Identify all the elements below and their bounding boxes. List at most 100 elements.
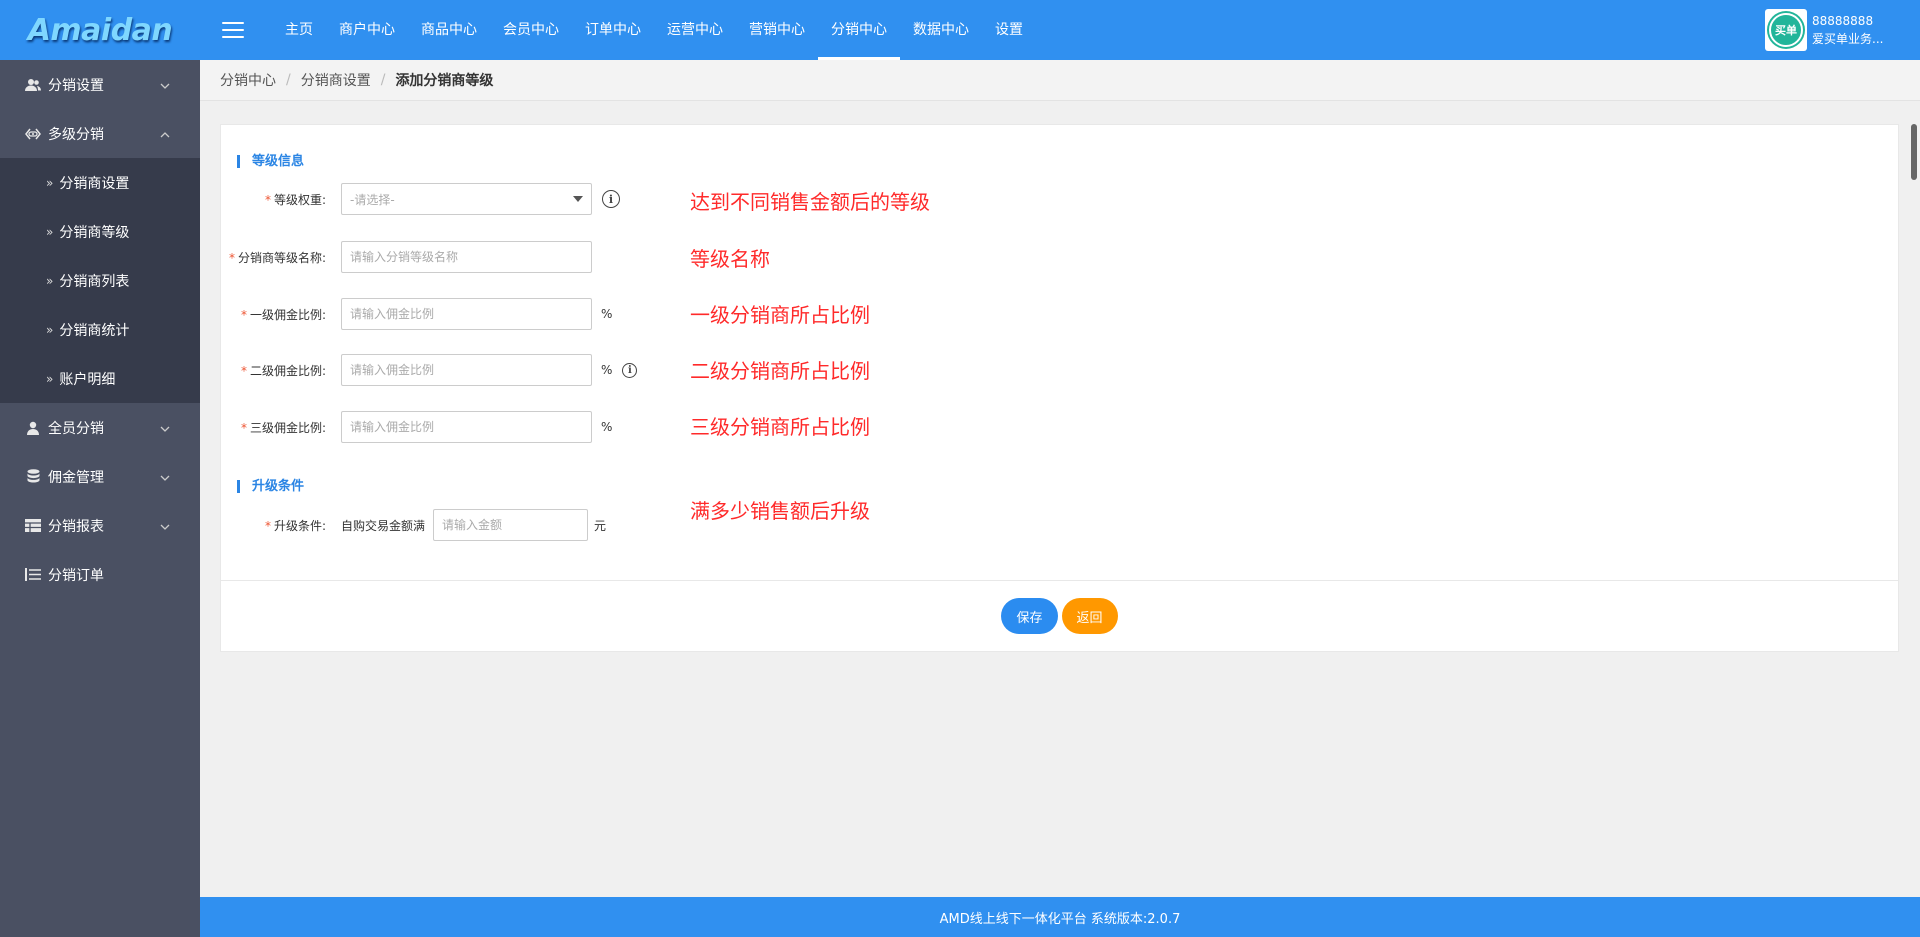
list-icon: [24, 568, 42, 581]
breadcrumb-current: 添加分销商等级: [395, 73, 494, 89]
info-icon[interactable]: i: [622, 362, 638, 378]
users-icon: [24, 78, 42, 92]
percent-unit: %: [601, 363, 613, 377]
breadcrumb-separator: /: [380, 72, 386, 88]
sidebar-subitem-distributor-settings[interactable]: » 分销商设置: [0, 158, 200, 207]
row-commission-3: *三级佣金比例: %: [221, 411, 612, 443]
percent-unit: %: [601, 420, 613, 434]
nav-item-order[interactable]: 订单中心: [572, 0, 654, 60]
commission-1-input[interactable]: [341, 298, 592, 330]
row-level-weight: * 等级权重: -请选择- i: [221, 183, 620, 215]
row-upgrade: *升级条件: 自购交易金额满 元: [221, 509, 606, 541]
commission-2-input[interactable]: [341, 354, 592, 386]
database-icon: [24, 469, 42, 484]
nav-item-member[interactable]: 会员中心: [490, 0, 572, 60]
field-label: * 分销商等级名称:: [228, 250, 326, 265]
field-label: * 等级权重:: [264, 192, 326, 207]
breadcrumb-item[interactable]: 分销商设置: [301, 70, 371, 90]
annotation-commission-3: 三级分销商所占比例: [690, 415, 870, 439]
menu-toggle-icon[interactable]: [222, 22, 244, 38]
sidebar-subitem-label: 分销商统计: [59, 322, 130, 339]
nav-item-distribution[interactable]: 分销中心: [818, 0, 900, 60]
nav-item-operation[interactable]: 运营中心: [654, 0, 736, 60]
chevron-down-icon: [160, 470, 170, 484]
caret-down-icon: [573, 196, 583, 202]
chevron-down-icon: [160, 519, 170, 533]
double-chevron-right-icon: »: [46, 175, 54, 190]
double-chevron-right-icon: »: [46, 322, 54, 337]
avatar[interactable]: 买单: [1765, 9, 1807, 51]
chevron-up-icon: [160, 127, 170, 141]
double-chevron-right-icon: »: [46, 224, 54, 239]
button-bar: 保存 返回: [220, 581, 1899, 652]
chevron-down-icon: [160, 421, 170, 435]
avatar-logo: 买单: [1769, 13, 1803, 47]
user-menu[interactable]: 买单 88888888 爱买单业务...: [1765, 9, 1892, 51]
sidebar-item-all-staff[interactable]: 全员分销: [0, 403, 200, 452]
sidebar-subitem-distributor-stats[interactable]: » 分销商统计: [0, 305, 200, 354]
user-name: 爱买单业务...: [1812, 32, 1884, 46]
user-id: 88888888: [1812, 14, 1874, 28]
annotation-commission-2: 二级分销商所占比例: [690, 359, 870, 383]
double-chevron-right-icon: »: [46, 371, 54, 386]
level-name-input[interactable]: [341, 241, 592, 273]
nav-item-data[interactable]: 数据中心: [900, 0, 982, 60]
save-button[interactable]: 保存: [1001, 598, 1058, 634]
yuan-unit: 元: [594, 518, 607, 533]
back-button[interactable]: 返回: [1061, 598, 1118, 634]
user-icon: [24, 421, 42, 435]
user-info[interactable]: 88888888 爱买单业务...: [1812, 12, 1892, 48]
sidebar-subitem-distributor-list[interactable]: » 分销商列表: [0, 256, 200, 305]
annotation-level-weight: 达到不同销售金额后的等级: [690, 190, 930, 214]
sidebar-subitem-label: 分销商设置: [59, 175, 130, 192]
nav-item-home[interactable]: 主页: [272, 0, 326, 60]
upgrade-prefix: 自购交易金额满: [341, 518, 426, 533]
level-weight-select[interactable]: -请选择-: [341, 183, 592, 215]
breadcrumb-separator: /: [286, 72, 291, 88]
table-icon: [24, 519, 42, 532]
sidebar-item-reports[interactable]: 分销报表: [0, 501, 200, 550]
scrollbar[interactable]: [1911, 124, 1917, 180]
sidebar: 分销设置 多级分销 » 分销商设置 » 分销商等级 » 分销商列表 » 分销商统…: [0, 60, 200, 937]
sidebar-item-label: 佣金管理: [48, 469, 104, 486]
info-icon[interactable]: i: [602, 190, 620, 208]
annotation-upgrade: 满多少销售额后升级: [690, 499, 870, 523]
main-nav: 主页 商户中心 商品中心 会员中心 订单中心 运营中心 营销中心 分销中心 数据…: [272, 0, 1036, 60]
sidebar-item-multilevel[interactable]: 多级分销: [0, 109, 200, 158]
upgrade-amount-input[interactable]: [433, 509, 589, 541]
logo[interactable]: Amaidan: [0, 0, 200, 60]
section-title-level-info: 等级信息: [237, 155, 304, 168]
annotation-commission-1: 一级分销商所占比例: [690, 303, 870, 327]
sidebar-subitem-distributor-level[interactable]: » 分销商等级: [0, 207, 200, 256]
nav-item-merchant[interactable]: 商户中心: [326, 0, 408, 60]
sidebar-item-distribution-settings[interactable]: 分销设置: [0, 60, 200, 109]
annotation-level-name: 等级名称: [690, 247, 770, 271]
breadcrumb: 分销中心 / 分销商设置 / 添加分销商等级: [200, 60, 1920, 101]
nav-item-settings[interactable]: 设置: [982, 0, 1036, 60]
section-title-upgrade: 升级条件: [237, 480, 304, 493]
sidebar-item-label: 全员分销: [48, 420, 104, 437]
sidebar-subitem-label: 分销商列表: [59, 273, 130, 290]
commission-3-input[interactable]: [341, 411, 592, 443]
sidebar-item-label: 多级分销: [48, 126, 104, 143]
field-label: * 二级佣金比例:: [240, 363, 326, 378]
row-level-name: * 分销商等级名称:: [221, 241, 592, 273]
sidebar-item-label: 分销订单: [48, 567, 104, 584]
footer: AMD线上线下一体化平台 系统版本:2.0.7: [200, 897, 1920, 937]
nav-item-goods[interactable]: 商品中心: [408, 0, 490, 60]
sidebar-item-commission[interactable]: 佣金管理: [0, 452, 200, 501]
sidebar-item-label: 分销报表: [48, 518, 104, 535]
sidebar-item-orders[interactable]: 分销订单: [0, 550, 200, 599]
double-chevron-right-icon: »: [46, 273, 54, 288]
nav-item-marketing[interactable]: 营销中心: [736, 0, 818, 60]
chevron-down-icon: [160, 78, 170, 92]
top-bar: Amaidan 主页 商户中心 商品中心 会员中心 订单中心 运营中心 营销中心…: [0, 0, 1920, 60]
select-placeholder: -请选择-: [350, 192, 395, 207]
row-commission-2: *二级佣金比例: % i: [221, 354, 638, 386]
field-label: * 三级佣金比例:: [240, 420, 326, 435]
link-icon: [24, 128, 42, 140]
row-commission-1: *一级佣金比例: %: [221, 298, 612, 330]
sidebar-subitem-account-details[interactable]: » 账户明细: [0, 354, 200, 403]
breadcrumb-item[interactable]: 分销中心: [220, 70, 276, 90]
percent-unit: %: [601, 307, 613, 321]
